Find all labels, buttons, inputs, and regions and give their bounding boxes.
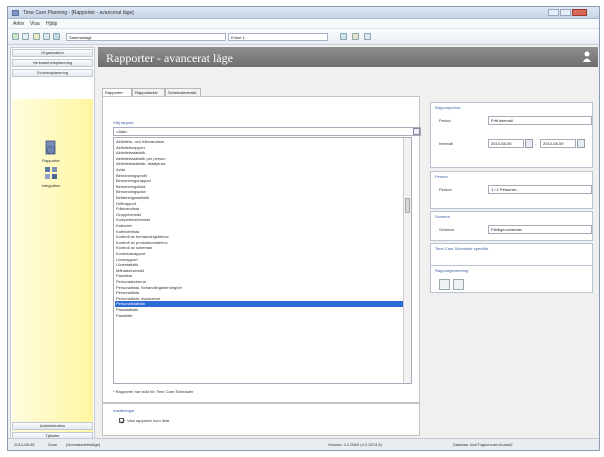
status-version: Version: 4.2.0063 (4.2.2674.5): [328, 442, 382, 447]
person-select[interactable]: 1 / 2 Personer...: [488, 185, 592, 194]
refresh-icon[interactable]: [352, 33, 359, 40]
interval-dash: -: [535, 141, 537, 146]
report-list-item[interactable]: Passtider: [115, 313, 404, 319]
interval-from-field[interactable]: 2013-08-05: [488, 139, 524, 148]
person-group: Person Person 1 / 2 Personer...: [430, 171, 593, 209]
actions-group: Rapportgenerering: [430, 265, 593, 293]
tcs-group-title: Time Care Scheduler specifikt: [435, 246, 489, 251]
list-scrollbar-thumb[interactable]: [405, 198, 410, 213]
toolbar: Sammanlagt Enhet 1: [8, 29, 599, 45]
report-list[interactable]: Aktivitets- och frånvarolista Aktivitetsr…: [113, 137, 412, 384]
settings-title: Inställningar: [113, 408, 135, 413]
period-group-title: Rapportperiod: [435, 105, 461, 110]
sidebar-tab-verksamhetsplanering[interactable]: Verksamhetsplanering: [12, 59, 93, 67]
settings-group: Inställningar Visa rapporter som lista: [102, 403, 420, 436]
list-view-checkbox-label[interactable]: Visa rapporter som lista: [127, 418, 169, 423]
window-title: Time Care Planning - [Rapporter - avance…: [23, 10, 134, 16]
content-header: Rapporter - avancerat läge: [98, 47, 598, 67]
schedule-select[interactable]: Färdiga scheman: [488, 225, 592, 234]
tab-rapportarkiv[interactable]: Rapportarkiv: [132, 88, 165, 96]
app-icon: [12, 10, 19, 16]
menu-bar: Arkiv Visa Hjälp: [8, 19, 599, 29]
preview-icon[interactable]: [439, 279, 450, 290]
interval-label: Intervall: [439, 141, 454, 146]
report-group-title: Välj rapport: [113, 120, 134, 125]
open-icon[interactable]: [33, 33, 40, 40]
title-bar: Time Care Planning - [Rapporter - avance…: [8, 7, 599, 19]
sidebar-item-reports-label[interactable]: Rapporter: [31, 158, 71, 163]
status-zone: Zone: [48, 442, 58, 447]
save-icon[interactable]: [43, 33, 50, 40]
user-icon[interactable]: [582, 51, 592, 62]
maximize-button[interactable]: [560, 9, 571, 16]
print-icon[interactable]: [453, 279, 464, 290]
sidebar-tab-schemaplanering[interactable]: Schemaplanering: [12, 69, 93, 77]
page-title: Rapporter - avancerat läge: [106, 51, 233, 65]
list-view-checkbox[interactable]: [119, 418, 125, 424]
back-icon[interactable]: [12, 33, 19, 40]
integration-icon[interactable]: [42, 165, 60, 181]
menu-hjalp[interactable]: Hjälp: [46, 21, 57, 27]
sidebar-module-area: Rapporter Integration: [12, 99, 93, 450]
chevron-down-icon[interactable]: [413, 128, 420, 135]
save-all-icon[interactable]: [53, 33, 60, 40]
period-group: Rapportperiod Period Fritt intervall Int…: [430, 102, 593, 168]
sidebar-item-integration-label[interactable]: Integration: [31, 183, 71, 188]
schedule-group-title: Schema: [435, 214, 450, 219]
period-select[interactable]: Fritt intervall: [488, 116, 592, 125]
tab-rapporter[interactable]: Rapporter: [102, 88, 132, 96]
person-group-title: Person: [435, 174, 448, 179]
app-window: Time Care Planning - [Rapporter - avance…: [7, 6, 600, 451]
period-select-value: Fritt intervall: [491, 118, 513, 123]
reports-icon[interactable]: [42, 140, 60, 156]
report-selection-panel: Välj rapport <Alla> Aktivitets- och från…: [102, 96, 421, 403]
period-label: Period: [439, 118, 451, 123]
actions-group-title: Rapportgenerering: [435, 268, 469, 273]
status-bar: 2013-08-05 Zone (Normalarbetsläge) Versi…: [8, 438, 599, 450]
report-filter-select[interactable]: <Alla>: [113, 127, 421, 136]
settings-icon[interactable]: [364, 33, 371, 40]
interval-to-field[interactable]: 2013-08-09: [540, 139, 576, 148]
sidebar-tab-organisation[interactable]: Organisation: [12, 49, 93, 57]
person-select-value: 1 / 2 Personer...: [491, 187, 520, 192]
minimize-button[interactable]: [548, 9, 559, 16]
filter-icon[interactable]: [340, 33, 347, 40]
report-filter-value: <Alla>: [116, 129, 128, 134]
menu-arkiv[interactable]: Arkiv: [13, 21, 24, 27]
menu-visa[interactable]: Visa: [30, 21, 40, 27]
schedule-select-value: Färdiga scheman: [491, 227, 522, 232]
calendar-to-icon[interactable]: [577, 139, 585, 148]
status-database: Databas: tcw/Tngkonvarrn/Lokal2: [453, 442, 513, 447]
dropdown-arrow-icon[interactable]: [22, 33, 29, 40]
footnote: * Rapporter har stöd för Time Care Sched…: [113, 389, 194, 394]
organisation-combo[interactable]: Sammanlagt: [66, 33, 226, 41]
schedule-group: Schema Schema Färdiga scheman: [430, 211, 593, 241]
close-button[interactable]: [572, 9, 587, 16]
person-label: Person: [439, 187, 452, 192]
navigation-sidebar: Organisation Verksamhetsplanering Schema…: [10, 47, 95, 450]
status-mode: (Normalarbetsläge): [66, 442, 101, 447]
list-scrollbar[interactable]: [403, 138, 411, 383]
status-date: 2013-08-05: [14, 442, 35, 447]
calendar-from-icon[interactable]: [525, 139, 533, 148]
schedule-label: Schema: [439, 227, 454, 232]
sidebar-tab-administration[interactable]: Administration: [12, 422, 93, 430]
unit-combo[interactable]: Enhet 1: [228, 33, 328, 41]
tab-schemaoversikt[interactable]: Schemaöversikt: [165, 88, 201, 96]
